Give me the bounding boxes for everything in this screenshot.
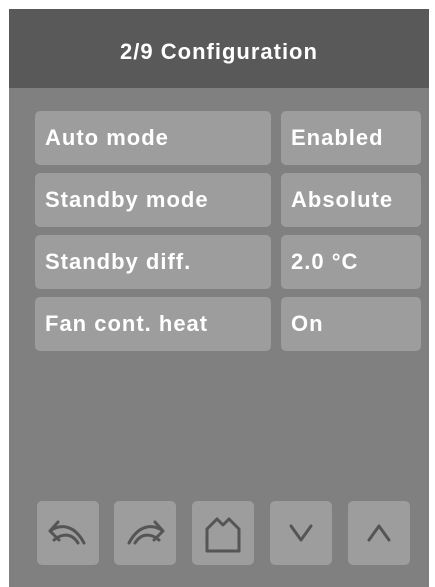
chevron-down-icon	[289, 524, 313, 542]
setting-label-fan-cont-heat[interactable]: Fan cont. heat	[35, 297, 271, 351]
chevron-up-icon	[367, 524, 391, 542]
redo-button[interactable]	[114, 501, 176, 565]
setting-value-fan-cont-heat[interactable]: On	[281, 297, 421, 351]
thermostat-screen: 2/9 Configuration Auto mode Enabled Stan…	[9, 9, 429, 587]
setting-row-standby-mode: Standby mode Absolute	[35, 173, 421, 227]
down-button[interactable]	[270, 501, 332, 565]
undo-button[interactable]	[37, 501, 99, 565]
up-button[interactable]	[348, 501, 410, 565]
home-button[interactable]	[192, 501, 254, 565]
setting-value-standby-mode[interactable]: Absolute	[281, 173, 421, 227]
setting-row-standby-diff: Standby diff. 2.0 °C	[35, 235, 421, 289]
setting-value-standby-diff[interactable]: 2.0 °C	[281, 235, 421, 289]
redo-icon	[127, 520, 165, 545]
home-icon	[205, 517, 241, 553]
setting-label-standby-mode[interactable]: Standby mode	[35, 173, 271, 227]
undo-icon	[48, 520, 86, 545]
page-title: 2/9 Configuration	[120, 38, 318, 64]
setting-label-auto-mode[interactable]: Auto mode	[35, 111, 271, 165]
setting-row-auto-mode: Auto mode Enabled	[35, 111, 421, 165]
setting-value-auto-mode[interactable]: Enabled	[281, 111, 421, 165]
setting-row-fan-cont-heat: Fan cont. heat On	[35, 297, 421, 351]
setting-label-standby-diff[interactable]: Standby diff.	[35, 235, 271, 289]
header-bar: 2/9 Configuration	[9, 9, 429, 88]
